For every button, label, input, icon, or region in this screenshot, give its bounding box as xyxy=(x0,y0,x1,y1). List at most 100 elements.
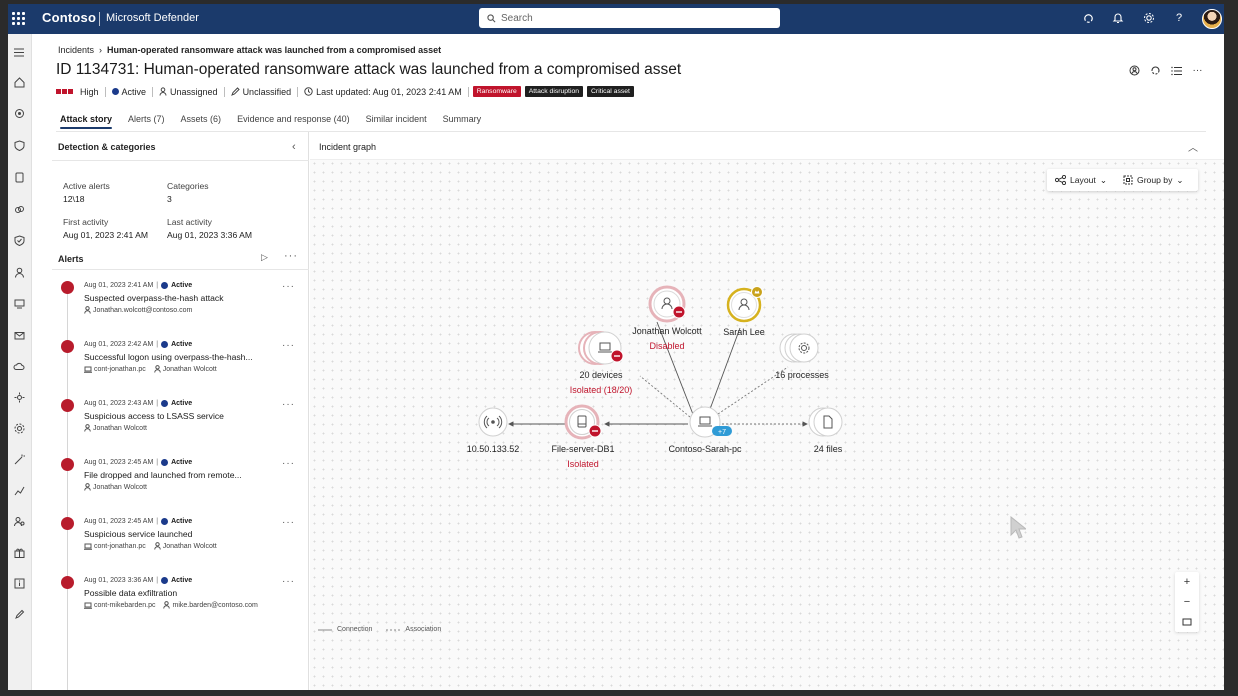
incident-graph: Incident graph ︿ Layout ⌄ Group by ⌄ Jon… xyxy=(310,132,1224,690)
incidents-icon[interactable] xyxy=(11,105,27,121)
alert-name[interactable]: Suspicious access to LSASS service xyxy=(84,411,224,421)
fit-to-screen-icon[interactable] xyxy=(1175,612,1199,632)
endpoints-icon[interactable] xyxy=(11,295,27,311)
alert-item[interactable]: Aug 01, 2023 2:43 AM | Active Suspicious ac… xyxy=(52,397,309,456)
copilot-icon[interactable] xyxy=(1149,64,1162,77)
alert-meta: Aug 01, 2023 3:36 AM | Active xyxy=(84,577,192,584)
more-options-icon[interactable]: ··· xyxy=(282,340,295,351)
alert-item[interactable]: Aug 01, 2023 2:45 AM | Active Suspicious se… xyxy=(52,515,309,574)
alert-entity[interactable]: cont-jonathan.pc xyxy=(84,365,146,373)
app-launcher-icon[interactable] xyxy=(10,10,26,26)
graph-node-sarah[interactable]: Sarah Lee xyxy=(723,286,765,338)
more-options-icon[interactable]: ··· xyxy=(282,458,295,469)
edit-icon[interactable] xyxy=(11,606,27,622)
alert-entity[interactable]: Jonathan Wolcott xyxy=(84,483,147,491)
apps-icon[interactable] xyxy=(11,389,27,405)
search-input[interactable]: Search xyxy=(479,8,780,28)
cloud-icon[interactable] xyxy=(11,358,27,374)
alert-item[interactable]: Aug 01, 2023 2:42 AM | Active Successful lo… xyxy=(52,338,309,397)
alert-item[interactable]: Aug 01, 2023 2:41 AM | Active Suspected ove… xyxy=(52,279,309,338)
more-options-icon[interactable]: ··· xyxy=(1191,64,1204,77)
play-icon[interactable]: ▷ xyxy=(261,252,268,263)
alert-item[interactable]: Aug 01, 2023 3:36 AM | Active Possible data… xyxy=(52,574,309,633)
separator: | xyxy=(156,577,159,584)
tab-summary[interactable]: Summary xyxy=(443,114,482,129)
legend-connection: Connection xyxy=(318,626,373,633)
graph-node-files[interactable]: 24 files xyxy=(808,407,843,454)
alert-item[interactable]: Aug 01, 2023 2:45 AM | Active File dropped … xyxy=(52,456,309,515)
wand-icon[interactable] xyxy=(11,451,27,467)
alert-name[interactable]: Suspected overpass-the-hash attack xyxy=(84,293,224,303)
alert-time: Aug 01, 2023 2:45 AM xyxy=(84,518,154,525)
notifications-icon[interactable] xyxy=(1111,11,1125,25)
alert-name[interactable]: Possible data exfiltration xyxy=(84,588,177,598)
graph-node-processes[interactable]: 16 processes xyxy=(775,333,829,380)
settings-icon[interactable] xyxy=(1142,11,1156,25)
shield-icon[interactable] xyxy=(11,137,27,153)
status-label: Active xyxy=(121,86,147,97)
graph-node-contoso-sarah-pc[interactable]: +7 Contoso-Sarah-pc xyxy=(668,406,742,454)
protection-icon[interactable] xyxy=(11,232,27,248)
alert-name[interactable]: Suspicious service launched xyxy=(84,529,192,539)
graph-node-devices[interactable]: 20 devices Isolated (18/20) xyxy=(570,331,633,395)
more-options-icon[interactable]: ··· xyxy=(282,517,295,528)
user-icon xyxy=(153,542,161,550)
tab-similar-incident[interactable]: Similar incident xyxy=(366,114,427,129)
assign-user-icon[interactable] xyxy=(1128,64,1141,77)
alert-entities: Jonathan Wolcott xyxy=(84,483,147,491)
zoom-out-icon[interactable]: − xyxy=(1175,592,1199,612)
first-activity-value: Aug 01, 2023 2:41 AM xyxy=(63,230,149,240)
tab-assets[interactable]: Assets (6) xyxy=(181,114,222,129)
graph-node-ip[interactable]: 10.50.133.52 xyxy=(467,407,520,454)
zoom-in-icon[interactable]: + xyxy=(1175,572,1199,592)
identity-icon[interactable] xyxy=(11,264,27,280)
alert-entity[interactable]: mike.barden@contoso.com xyxy=(163,601,258,609)
more-options-icon[interactable]: ··· xyxy=(282,576,295,587)
menu-icon[interactable] xyxy=(11,44,27,60)
graph-canvas: Jonathan Wolcott Disabled Sarah Lee 20 d… xyxy=(467,285,843,469)
alert-entity[interactable]: Jonathan.wolcott@contoso.com xyxy=(84,306,192,314)
brand-logo[interactable]: Contoso xyxy=(42,10,96,25)
list-icon[interactable] xyxy=(1170,64,1183,77)
home-icon[interactable] xyxy=(11,74,27,90)
devices-icon[interactable] xyxy=(11,169,27,185)
copilot-icon[interactable] xyxy=(1081,11,1095,25)
alert-name[interactable]: Successful logon using overpass-the-hash… xyxy=(84,352,253,362)
help-icon[interactable]: ? xyxy=(1172,11,1186,25)
user-icon xyxy=(84,424,91,432)
tag-critical-asset[interactable]: Critical asset xyxy=(587,86,634,97)
partners-icon[interactable] xyxy=(11,513,27,529)
gift-icon[interactable] xyxy=(11,544,27,560)
alert-name[interactable]: File dropped and launched from remote... xyxy=(84,470,242,480)
more-options-icon[interactable]: ··· xyxy=(282,281,295,292)
alert-entity[interactable]: Jonathan Wolcott xyxy=(84,424,147,432)
alert-entities: Jonathan Wolcott xyxy=(84,424,147,432)
tab-evidence-and-response[interactable]: Evidence and response (40) xyxy=(237,114,350,129)
tag-ransomware[interactable]: Ransomware xyxy=(472,86,521,97)
reports-icon[interactable] xyxy=(11,482,27,498)
tab-alerts[interactable]: Alerts (7) xyxy=(128,114,165,129)
tab-attack-story[interactable]: Attack story xyxy=(60,114,113,129)
collapse-panel-chevron-icon[interactable]: ‹ xyxy=(292,141,296,153)
more-options-icon[interactable]: ··· xyxy=(282,399,295,410)
assignment-indicator[interactable]: Unassigned xyxy=(153,86,225,97)
gear-icon[interactable] xyxy=(11,420,27,436)
tag-attack-disruption[interactable]: Attack disruption xyxy=(524,86,584,97)
alert-entity[interactable]: cont-jonathan.pc xyxy=(84,542,146,550)
alert-entity[interactable]: cont-mikebarden.pc xyxy=(84,601,155,609)
breadcrumb-root[interactable]: Incidents xyxy=(58,45,94,55)
user-avatar[interactable] xyxy=(1202,9,1222,29)
link-icon[interactable] xyxy=(11,201,27,217)
more-options-icon[interactable]: ··· xyxy=(284,250,298,262)
left-navigation xyxy=(8,34,32,690)
alert-entity[interactable]: Jonathan Wolcott xyxy=(153,365,217,373)
alert-status: Active xyxy=(171,400,193,407)
graph-node-jonathan[interactable]: Jonathan Wolcott Disabled xyxy=(632,285,702,351)
status-indicator[interactable]: Active xyxy=(106,86,154,97)
legend-association: Association xyxy=(386,626,442,633)
info-icon[interactable] xyxy=(11,575,27,591)
email-icon[interactable] xyxy=(11,327,27,343)
classification-indicator[interactable]: Unclassified xyxy=(225,86,299,97)
graph-node-fileserver[interactable]: File-server-DB1 Isolated xyxy=(551,404,615,469)
alert-entity[interactable]: Jonathan Wolcott xyxy=(153,542,217,550)
